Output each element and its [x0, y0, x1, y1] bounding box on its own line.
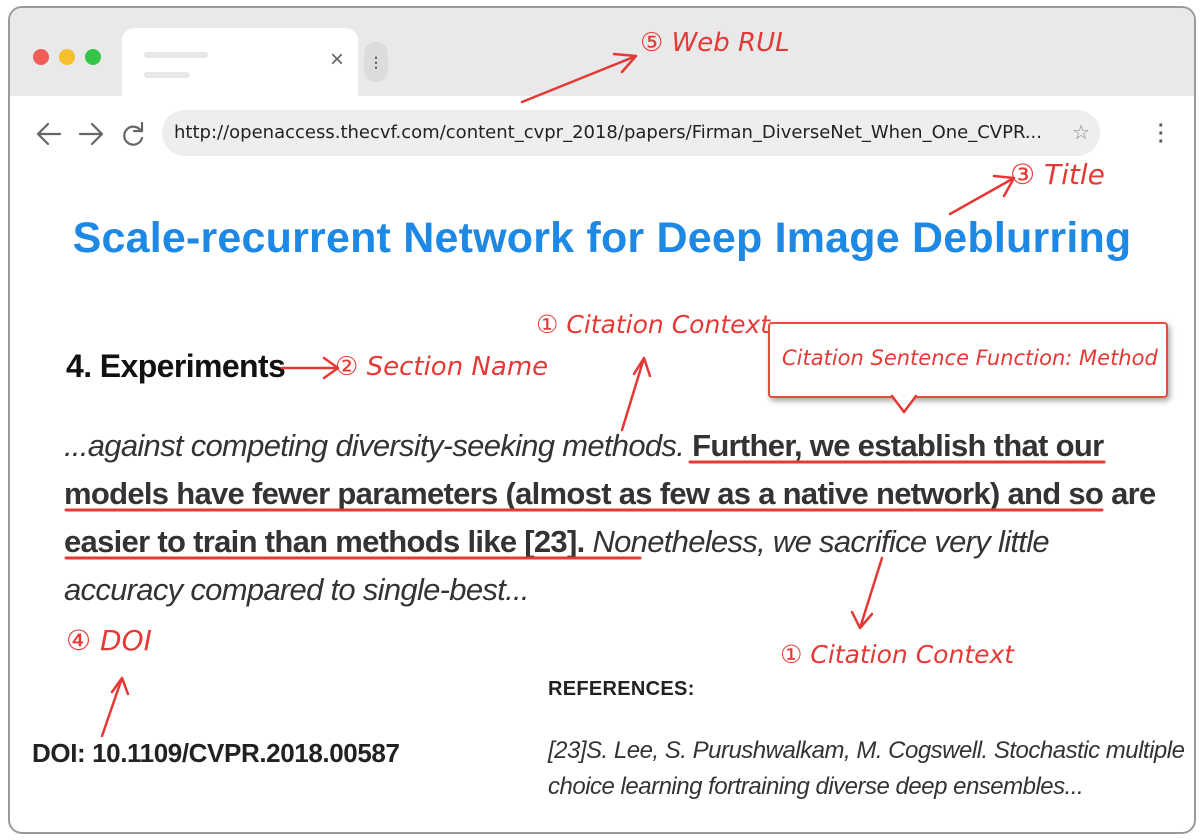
- annotation-section-name: ② Section Name: [335, 352, 549, 382]
- doi-text: DOI: 10.1109/CVPR.2018.00587: [32, 738, 400, 768]
- annotation-citation-context-bottom: ① Citation Context: [780, 640, 1015, 669]
- browser-tab[interactable]: ×: [122, 28, 358, 96]
- section-heading: 4. Experiments: [66, 348, 286, 384]
- address-bar[interactable]: http://openaccess.thecvf.com/content_cvp…: [162, 110, 1100, 156]
- annotation-doi: ④ DOI: [66, 624, 152, 657]
- browser-window: × ⋮ http://openaccess.thecvf.com/content…: [8, 6, 1196, 834]
- page-title: Scale-recurrent Network for Deep Image D…: [72, 214, 1132, 262]
- sentence-function-callout: Citation Sentence Function: Method: [768, 322, 1168, 398]
- arrow-right-icon: [78, 122, 104, 146]
- reload-button[interactable]: [118, 114, 148, 154]
- minimize-window-button[interactable]: [59, 49, 75, 65]
- tab-subtitle-placeholder: [144, 72, 190, 78]
- annotation-web-url: ⑤ Web RUL: [640, 28, 790, 58]
- close-window-button[interactable]: [33, 49, 49, 65]
- back-button[interactable]: [34, 114, 64, 154]
- tab-more-icon[interactable]: ⋮: [364, 42, 388, 82]
- tab-bar: × ⋮: [10, 8, 1194, 96]
- context-before: ...against competing diversity-seeking m…: [64, 428, 685, 463]
- annotation-title: ③ Title: [1010, 158, 1105, 191]
- url-text[interactable]: http://openaccess.thecvf.com/content_cvp…: [174, 122, 1054, 143]
- arrow-left-icon: [36, 122, 62, 146]
- maximize-window-button[interactable]: [85, 49, 101, 65]
- body-paragraph: ...against competing diversity-seeking m…: [64, 422, 1174, 614]
- tab-title-placeholder: [144, 52, 208, 58]
- tab-close-icon[interactable]: ×: [330, 48, 344, 72]
- reload-icon: [123, 121, 144, 146]
- forward-button[interactable]: [76, 114, 106, 154]
- sentence-function-label: Citation Sentence Function: Method: [782, 346, 1158, 370]
- reference-entry: [23]S. Lee, S. Purushwalkam, M. Cogswell…: [548, 737, 1185, 800]
- references-heading: REFERENCES:: [548, 678, 695, 700]
- browser-menu-icon[interactable]: · · ·: [1158, 116, 1165, 152]
- annotation-citation-context-top: ① Citation Context: [536, 310, 771, 339]
- bookmark-star-icon[interactable]: ☆: [1072, 120, 1090, 145]
